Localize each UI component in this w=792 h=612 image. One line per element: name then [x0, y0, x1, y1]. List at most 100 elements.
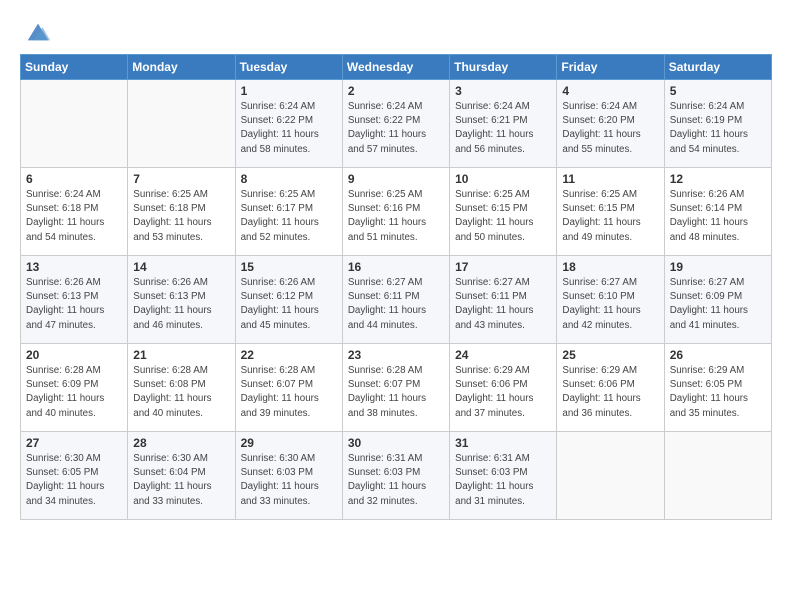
day-number: 3 — [455, 84, 551, 98]
day-info: Sunrise: 6:25 AM Sunset: 6:16 PM Dayligh… — [348, 188, 444, 245]
logo — [20, 22, 52, 46]
calendar-cell: 23 Sunrise: 6:28 AM Sunset: 6:07 PM Dayli… — [342, 344, 449, 432]
calendar-cell: 3 Sunrise: 6:24 AM Sunset: 6:21 PM Daylig… — [450, 80, 557, 168]
weekday-wednesday: Wednesday — [342, 55, 449, 80]
day-info: Sunrise: 6:25 AM Sunset: 6:18 PM Dayligh… — [133, 188, 229, 245]
calendar-cell: 17 Sunrise: 6:27 AM Sunset: 6:11 PM Dayli… — [450, 256, 557, 344]
day-info: Sunrise: 6:26 AM Sunset: 6:12 PM Dayligh… — [241, 276, 337, 333]
header — [20, 18, 772, 46]
day-number: 18 — [562, 260, 658, 274]
calendar-cell: 31Sunrise: 6:31 AM Sunset: 6:03 PM Dayli… — [450, 432, 557, 520]
day-number: 16 — [348, 260, 444, 274]
day-info: Sunrise: 6:24 AM Sunset: 6:20 PM Dayligh… — [562, 100, 658, 157]
page: SundayMondayTuesdayWednesdayThursdayFrid… — [0, 0, 792, 612]
calendar-cell: 15 Sunrise: 6:26 AM Sunset: 6:12 PM Dayli… — [235, 256, 342, 344]
day-number: 27 — [26, 436, 122, 450]
day-number: 7 — [133, 172, 229, 186]
day-number: 6 — [26, 172, 122, 186]
week-row-1: 1 Sunrise: 6:24 AM Sunset: 6:22 PM Daylig… — [21, 80, 772, 168]
calendar-cell: 26Sunrise: 6:29 AM Sunset: 6:05 PM Dayli… — [664, 344, 771, 432]
calendar-cell: 16 Sunrise: 6:27 AM Sunset: 6:11 PM Dayli… — [342, 256, 449, 344]
day-number: 8 — [241, 172, 337, 186]
day-number: 1 — [241, 84, 337, 98]
calendar-cell — [664, 432, 771, 520]
day-number: 29 — [241, 436, 337, 450]
day-info: Sunrise: 6:31 AM Sunset: 6:03 PM Dayligh… — [348, 452, 444, 509]
day-info: Sunrise: 6:26 AM Sunset: 6:13 PM Dayligh… — [133, 276, 229, 333]
calendar-cell: 12 Sunrise: 6:26 AM Sunset: 6:14 PM Dayli… — [664, 168, 771, 256]
day-number: 9 — [348, 172, 444, 186]
calendar-cell: 28 Sunrise: 6:30 AM Sunset: 6:04 PM Dayli… — [128, 432, 235, 520]
day-number: 22 — [241, 348, 337, 362]
weekday-friday: Friday — [557, 55, 664, 80]
day-number: 21 — [133, 348, 229, 362]
day-number: 30 — [348, 436, 444, 450]
day-info: Sunrise: 6:27 AM Sunset: 6:09 PM Dayligh… — [670, 276, 766, 333]
calendar-cell — [128, 80, 235, 168]
week-row-5: 27 Sunrise: 6:30 AM Sunset: 6:05 PM Dayli… — [21, 432, 772, 520]
calendar-cell: 24 Sunrise: 6:29 AM Sunset: 6:06 PM Dayli… — [450, 344, 557, 432]
day-info: Sunrise: 6:25 AM Sunset: 6:15 PM Dayligh… — [455, 188, 551, 245]
day-info: Sunrise: 6:25 AM Sunset: 6:17 PM Dayligh… — [241, 188, 337, 245]
calendar-cell: 27 Sunrise: 6:30 AM Sunset: 6:05 PM Dayli… — [21, 432, 128, 520]
day-info: Sunrise: 6:24 AM Sunset: 6:22 PM Dayligh… — [348, 100, 444, 157]
day-info: Sunrise: 6:29 AM Sunset: 6:06 PM Dayligh… — [455, 364, 551, 421]
day-number: 15 — [241, 260, 337, 274]
calendar-cell: 1 Sunrise: 6:24 AM Sunset: 6:22 PM Daylig… — [235, 80, 342, 168]
day-info: Sunrise: 6:29 AM Sunset: 6:06 PM Dayligh… — [562, 364, 658, 421]
day-info: Sunrise: 6:25 AM Sunset: 6:15 PM Dayligh… — [562, 188, 658, 245]
day-info: Sunrise: 6:27 AM Sunset: 6:11 PM Dayligh… — [455, 276, 551, 333]
day-info: Sunrise: 6:30 AM Sunset: 6:05 PM Dayligh… — [26, 452, 122, 509]
day-number: 26 — [670, 348, 766, 362]
day-number: 10 — [455, 172, 551, 186]
day-info: Sunrise: 6:31 AM Sunset: 6:03 PM Dayligh… — [455, 452, 551, 509]
day-info: Sunrise: 6:24 AM Sunset: 6:18 PM Dayligh… — [26, 188, 122, 245]
day-number: 28 — [133, 436, 229, 450]
logo-icon — [24, 18, 52, 46]
day-number: 4 — [562, 84, 658, 98]
weekday-monday: Monday — [128, 55, 235, 80]
day-info: Sunrise: 6:30 AM Sunset: 6:04 PM Dayligh… — [133, 452, 229, 509]
day-info: Sunrise: 6:26 AM Sunset: 6:14 PM Dayligh… — [670, 188, 766, 245]
day-number: 5 — [670, 84, 766, 98]
day-info: Sunrise: 6:24 AM Sunset: 6:22 PM Dayligh… — [241, 100, 337, 157]
calendar-cell: 20Sunrise: 6:28 AM Sunset: 6:09 PM Dayli… — [21, 344, 128, 432]
calendar-cell: 2 Sunrise: 6:24 AM Sunset: 6:22 PM Daylig… — [342, 80, 449, 168]
week-row-3: 13 Sunrise: 6:26 AM Sunset: 6:13 PM Dayli… — [21, 256, 772, 344]
day-info: Sunrise: 6:28 AM Sunset: 6:07 PM Dayligh… — [241, 364, 337, 421]
day-number: 2 — [348, 84, 444, 98]
day-info: Sunrise: 6:24 AM Sunset: 6:19 PM Dayligh… — [670, 100, 766, 157]
day-info: Sunrise: 6:28 AM Sunset: 6:09 PM Dayligh… — [26, 364, 122, 421]
calendar-cell: 18Sunrise: 6:27 AM Sunset: 6:10 PM Dayli… — [557, 256, 664, 344]
day-number: 19 — [670, 260, 766, 274]
day-number: 11 — [562, 172, 658, 186]
calendar-cell: 21Sunrise: 6:28 AM Sunset: 6:08 PM Dayli… — [128, 344, 235, 432]
weekday-thursday: Thursday — [450, 55, 557, 80]
day-number: 13 — [26, 260, 122, 274]
day-number: 17 — [455, 260, 551, 274]
day-number: 12 — [670, 172, 766, 186]
weekday-sunday: Sunday — [21, 55, 128, 80]
calendar-cell: 22 Sunrise: 6:28 AM Sunset: 6:07 PM Dayli… — [235, 344, 342, 432]
week-row-2: 6 Sunrise: 6:24 AM Sunset: 6:18 PM Daylig… — [21, 168, 772, 256]
calendar-cell: 14 Sunrise: 6:26 AM Sunset: 6:13 PM Dayli… — [128, 256, 235, 344]
weekday-saturday: Saturday — [664, 55, 771, 80]
calendar-cell: 11 Sunrise: 6:25 AM Sunset: 6:15 PM Dayli… — [557, 168, 664, 256]
calendar-cell: 7 Sunrise: 6:25 AM Sunset: 6:18 PM Daylig… — [128, 168, 235, 256]
calendar-cell: 4 Sunrise: 6:24 AM Sunset: 6:20 PM Daylig… — [557, 80, 664, 168]
day-info: Sunrise: 6:30 AM Sunset: 6:03 PM Dayligh… — [241, 452, 337, 509]
calendar-cell: 6 Sunrise: 6:24 AM Sunset: 6:18 PM Daylig… — [21, 168, 128, 256]
day-number: 25 — [562, 348, 658, 362]
day-info: Sunrise: 6:27 AM Sunset: 6:11 PM Dayligh… — [348, 276, 444, 333]
calendar-table: SundayMondayTuesdayWednesdayThursdayFrid… — [20, 54, 772, 520]
calendar-cell: 10 Sunrise: 6:25 AM Sunset: 6:15 PM Dayli… — [450, 168, 557, 256]
calendar-cell: 29 Sunrise: 6:30 AM Sunset: 6:03 PM Dayli… — [235, 432, 342, 520]
calendar-cell — [21, 80, 128, 168]
day-info: Sunrise: 6:24 AM Sunset: 6:21 PM Dayligh… — [455, 100, 551, 157]
day-number: 14 — [133, 260, 229, 274]
day-number: 23 — [348, 348, 444, 362]
weekday-header-row: SundayMondayTuesdayWednesdayThursdayFrid… — [21, 55, 772, 80]
calendar-cell: 8 Sunrise: 6:25 AM Sunset: 6:17 PM Daylig… — [235, 168, 342, 256]
day-number: 24 — [455, 348, 551, 362]
day-info: Sunrise: 6:28 AM Sunset: 6:07 PM Dayligh… — [348, 364, 444, 421]
